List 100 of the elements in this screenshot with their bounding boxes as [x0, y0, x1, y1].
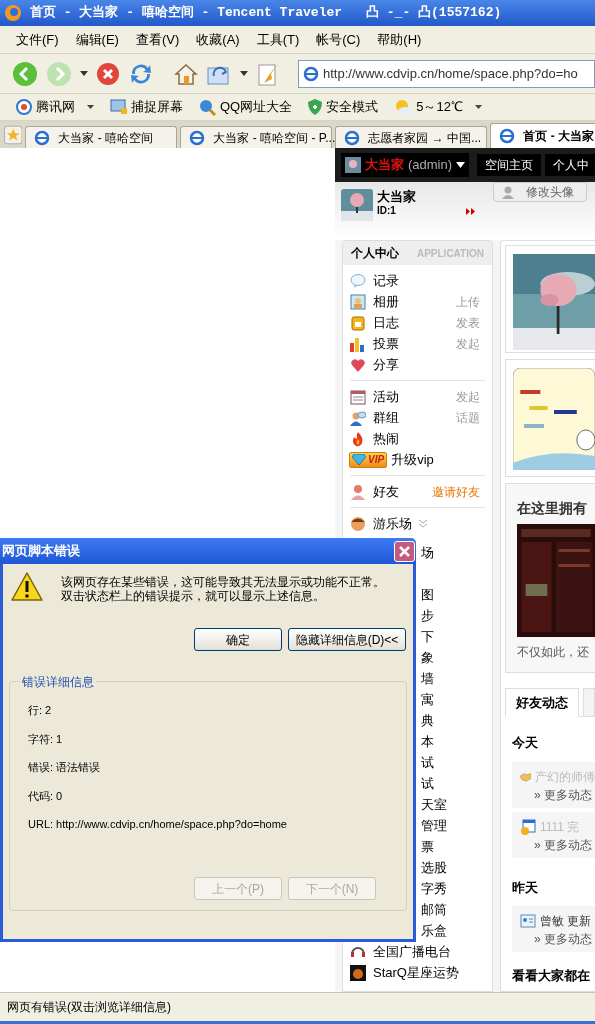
link-button[interactable]: QQ网址大全 — [195, 96, 297, 118]
id-card-icon — [520, 914, 536, 928]
menu-item[interactable]: 相册 — [373, 291, 399, 312]
person-icon — [502, 185, 514, 199]
menu-item[interactable]: 字秀 — [421, 878, 447, 899]
people-icon — [350, 409, 366, 426]
menu-item[interactable]: 帐号(C) — [316, 29, 361, 50]
menu-item[interactable]: 编辑(E) — [75, 29, 119, 50]
menu-item[interactable]: 典 — [421, 710, 434, 731]
menu-item[interactable]: StarQ星座运势 — [373, 962, 459, 983]
menu-item[interactable]: 本 — [421, 731, 434, 752]
menu-item[interactable]: 投票 — [373, 333, 399, 354]
address-field[interactable]: http://www.cdvip.cn/home/space.php?do=ho — [298, 59, 595, 88]
nav-link[interactable]: 个人中 — [545, 154, 595, 176]
menu-item[interactable]: 乐盒 — [421, 920, 447, 941]
menu-item[interactable]: 天室 — [421, 794, 447, 815]
menu-item[interactable]: 活动 — [373, 386, 399, 407]
menu-item[interactable]: 文件(F) — [16, 29, 59, 50]
menu-item[interactable]: 群组 — [373, 407, 399, 428]
change-avatar-button[interactable]: 修改头像 — [493, 182, 587, 202]
dialog-title: 网页脚本错误 — [2, 542, 80, 561]
avatar-icon — [345, 157, 361, 173]
round-face-icon — [350, 515, 366, 532]
panel-title: 个人中心 — [351, 245, 399, 262]
day-heading: 昨天 — [512, 878, 539, 897]
browser-logo-icon — [4, 4, 22, 22]
menu-item[interactable]: 邮筒 — [421, 899, 447, 920]
stop-icon[interactable] — [96, 61, 120, 86]
menu-item[interactable]: 好友 — [373, 481, 399, 502]
bar-chart-icon — [350, 335, 366, 352]
link-button[interactable]: 安全模式 — [304, 96, 383, 118]
detail-line: 字符: 1 — [28, 731, 64, 747]
menu-item[interactable]: 象 — [421, 647, 434, 668]
warning-icon — [11, 572, 43, 602]
error-message: 该网页存在某些错误，这可能导致其无法显示或功能不正常。 双击状态栏上的错误提示，就可以显示上述信息。 — [61, 574, 385, 603]
menu-item[interactable]: 升级vip — [391, 449, 434, 470]
dialog-button[interactable]: 确定 — [194, 628, 282, 651]
photo-icon — [350, 293, 366, 310]
chevron-down-icon[interactable] — [419, 519, 427, 528]
status-text: 网页有错误(双击浏览详细信息) — [7, 999, 171, 1016]
more-link[interactable]: » 更多动态 — [520, 930, 595, 948]
calendar-icon — [350, 388, 366, 405]
detail-line: 错误: 语法错误 — [28, 760, 102, 775]
page-icon — [34, 129, 51, 146]
window-title: 首页 - 大当家 - 嘻哈空间 - Tencent Traveler — [30, 3, 343, 23]
home-icon[interactable] — [174, 61, 198, 86]
menu-item[interactable]: 选股 — [421, 857, 447, 878]
back-icon[interactable] — [12, 60, 38, 87]
menu-item[interactable]: 记录 — [373, 270, 399, 291]
menu-item[interactable]: 工具(T) — [256, 29, 300, 50]
feed-text: 曾敏 更新 — [540, 913, 592, 930]
more-link[interactable]: » 更多动态 — [520, 835, 595, 854]
notepad-icon — [350, 314, 366, 331]
menu-item[interactable]: 图 — [421, 584, 434, 605]
day-heading: 今天 — [512, 734, 539, 752]
double-arrow-icon[interactable] — [466, 208, 475, 215]
menu-item[interactable]: 查看(V) — [135, 29, 180, 50]
caret-icon — [456, 162, 466, 168]
close-button[interactable] — [394, 540, 415, 562]
link-button[interactable]: 5～12℃ — [390, 96, 486, 118]
more-link[interactable]: » 更多动态 — [520, 785, 595, 804]
page-icon — [189, 129, 206, 146]
caret-icon[interactable] — [240, 71, 248, 76]
user-menu-button[interactable]: 大当家 (admin) — [341, 153, 470, 177]
menu-item[interactable]: 墙 — [421, 668, 434, 689]
page-icon — [499, 128, 516, 144]
menu-item[interactable]: 帮助(H) — [377, 29, 422, 50]
menu-item[interactable]: 游乐场 — [373, 513, 412, 534]
menu-item[interactable]: 管理 — [421, 815, 447, 836]
section-heading: 在这里拥有 — [517, 499, 588, 518]
browser-tab[interactable]: 大当家 - 嘻哈空间 - P... — [180, 126, 333, 148]
browser-tab[interactable]: 首页 - 大当家 — [490, 123, 595, 148]
person-icon — [350, 483, 366, 500]
sun-cloud-icon — [394, 99, 413, 115]
menu-item[interactable]: 下 — [421, 626, 434, 647]
menu-item[interactable]: 热闹 — [373, 428, 399, 449]
menu-item[interactable]: 步 — [421, 605, 434, 626]
detail-line: URL: http://www.cdvip.cn/home/space.php?do=home — [28, 817, 288, 832]
detail-line: 行: 2 — [28, 703, 53, 718]
link-button[interactable]: 捕捉屏幕 — [106, 96, 187, 118]
menu-item[interactable]: 试 — [421, 752, 434, 773]
menu-item[interactable]: 日志 — [373, 312, 399, 333]
menu-item[interactable]: 全国广播电台 — [373, 941, 451, 962]
menu-item[interactable]: 收藏(A) — [196, 29, 240, 50]
link-button[interactable]: 腾讯网 — [12, 96, 98, 118]
menu-item[interactable]: 试 — [421, 773, 434, 794]
detail-line: 代码: 0 — [28, 788, 64, 804]
menu-item[interactable]: 分享 — [373, 354, 399, 375]
nav-link[interactable]: 空间主页 — [477, 154, 542, 176]
browser-tab[interactable]: 大当家 - 嘻哈空间 — [25, 126, 178, 148]
heart-icon — [350, 356, 366, 373]
caret-icon[interactable] — [80, 71, 88, 76]
shield-icon — [308, 99, 323, 115]
tab[interactable]: 好友动态 — [505, 688, 579, 717]
menu-item[interactable]: 票 — [421, 836, 434, 857]
menu-item[interactable]: 寓 — [421, 689, 434, 710]
menu-item[interactable]: 场 — [421, 542, 434, 563]
dialog-button[interactable]: 隐藏详细信息(D)<< — [288, 628, 406, 651]
browser-tab[interactable]: 志愿者家园 → 中国... — [335, 126, 488, 148]
search-icon — [199, 98, 216, 116]
